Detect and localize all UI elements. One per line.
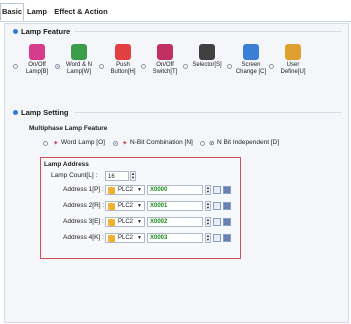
lamp-setting-title: Lamp Setting [21,108,69,117]
lamp-feature-title: Lamp Feature [21,27,71,36]
address-settings-icon[interactable] [223,186,231,194]
section-bullet-icon [13,29,18,34]
push-button-icon [115,44,131,60]
address-stepper[interactable]: ▲ ▼ [205,201,211,211]
address-picker-icon[interactable] [213,186,221,194]
selector-icon [199,44,215,60]
address-settings-icon[interactable] [223,202,231,210]
lamp-count-label: Lamp Count[L] : [51,172,98,179]
feature-label-line1: Push [116,62,130,68]
lamp-bulb-icon [29,44,45,60]
chevron-down-icon: ▼ [137,203,142,209]
address-stepper[interactable]: ▲ ▼ [205,185,211,195]
divider [75,112,341,113]
feature-label-line2: Button[H] [110,69,136,75]
address-label: Address 2[R] : [63,202,105,209]
address-value-input[interactable]: X0003 [147,233,203,243]
chevron-down-icon: ▼ [137,219,142,225]
feature-label-line2: Change [C] [235,69,267,75]
address-value-input[interactable]: X0001 [147,201,203,211]
mode-nbit-independent-label: N Bit Independent [D] [217,139,280,146]
plc-select[interactable]: PLC2 ▼ [105,233,145,243]
mode-nbit-combination-label: N-Bit Combination [N] [130,139,193,146]
plc-icon [108,203,115,210]
feature-option-0[interactable]: On/Off Lamp[B] [17,44,57,76]
tab-bar: Basic Lamp Effect & Action [0,0,351,22]
feature-label-line1: On/Off [156,62,174,68]
plc-icon [108,219,115,226]
plc-select[interactable]: PLC2 ▼ [105,201,145,211]
nbit-independent-icon: ⊘ [209,140,215,147]
feature-option-6[interactable]: User Define[U] [273,44,313,76]
plc-select[interactable]: PLC2 ▼ [105,185,145,195]
mode-word-lamp-label: Word Lamp [O] [61,139,105,146]
address-label: Address 3[E] : [63,218,104,225]
plc-value: PLC2 [118,235,134,241]
word-lamp-icon [71,44,87,60]
screen-change-icon [243,44,259,60]
plc-icon [108,187,115,194]
plc-value: PLC2 [118,219,134,225]
address-label: Address 1[P] : [63,186,104,193]
address-value-input[interactable]: X0002 [147,217,203,227]
tab-effect-action[interactable]: Effect & Action [52,4,110,20]
address-value-input[interactable]: X0000 [147,185,203,195]
feature-label-line1: Selector[S] [192,62,222,68]
plc-value: PLC2 [118,187,134,193]
feature-option-1[interactable]: Word & N Lamp[W] [59,44,99,76]
section-bullet-icon [13,110,18,115]
address-picker-icon[interactable] [213,202,221,210]
plc-icon [108,235,115,242]
feature-label-line1: Screen [241,62,261,68]
user-define-icon [285,44,301,60]
address-label: Address 4[K] : [63,234,104,241]
multiphase-label: Multiphase Lamp Feature [29,125,108,132]
feature-label-line2: Lamp[W] [66,69,91,75]
chevron-down-icon: ▼ [137,187,142,193]
address-settings-icon[interactable] [223,234,231,242]
feature-option-2[interactable]: Push Button[H] [103,44,143,76]
lamp-count-stepper[interactable]: ▲ ▼ [130,171,136,181]
plc-select[interactable]: PLC2 ▼ [105,217,145,227]
mode-word-lamp-radio[interactable] [43,141,48,146]
plc-value: PLC2 [118,203,134,209]
feature-option-4[interactable]: Selector[S] [187,44,227,69]
tab-basic[interactable]: Basic [0,3,24,21]
word-lamp-icon: ✦ [53,140,59,147]
feature-option-3[interactable]: On/Off Switch[T] [145,44,185,76]
lamp-address-box: Lamp Address Lamp Count[L] : 16 ▲ ▼ Addre… [40,157,241,259]
divider [75,31,341,32]
switch-icon [157,44,173,60]
address-stepper[interactable]: ▲ ▼ [205,233,211,243]
feature-label-line2: Lamp[B] [25,69,49,75]
address-picker-icon[interactable] [213,218,221,226]
address-picker-icon[interactable] [213,234,221,242]
feature-option-5[interactable]: Screen Change [C] [231,44,271,76]
feature-label-line2: Switch[T] [152,69,178,75]
feature-label-line1: Word & N [66,62,92,68]
feature-label-line2: Define[U] [280,69,306,75]
mode-nbit-independent-radio[interactable] [200,141,205,146]
mode-nbit-combination-radio[interactable] [113,141,118,146]
feature-label-line1: User [286,62,300,68]
feature-label-line1: On/Off [28,62,46,68]
nbit-combination-icon: ✦ [122,140,128,147]
lamp-count-input[interactable]: 16 [105,171,129,181]
chevron-down-icon: ▼ [137,235,142,241]
lamp-address-title: Lamp Address [44,161,89,168]
address-stepper[interactable]: ▲ ▼ [205,217,211,227]
tab-lamp[interactable]: Lamp [26,4,48,20]
address-settings-icon[interactable] [223,218,231,226]
